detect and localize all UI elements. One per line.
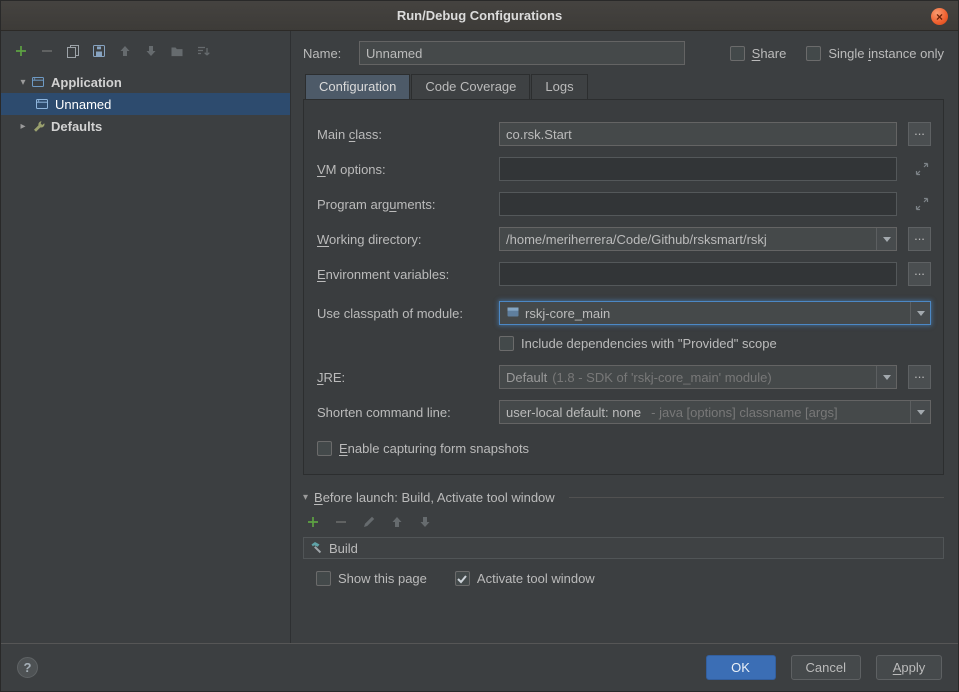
expand-field-icon[interactable] xyxy=(913,160,931,178)
share-checkbox[interactable] xyxy=(730,46,745,61)
shorten-command-line-label: Shorten command line: xyxy=(317,405,499,420)
main-class-browse-button[interactable]: ... xyxy=(908,122,931,146)
before-launch-section: ▾ Before launch: Build, Activate tool wi… xyxy=(303,490,944,586)
move-up-icon[interactable] xyxy=(389,514,405,530)
close-button[interactable]: × xyxy=(931,8,948,25)
activate-tool-window-checkbox[interactable] xyxy=(455,571,470,586)
name-input[interactable] xyxy=(359,41,685,65)
help-icon: ? xyxy=(24,660,32,675)
configurations-sidebar: ▾ Application Unnamed ▸ xyxy=(1,31,291,643)
move-down-icon[interactable] xyxy=(417,514,433,530)
before-launch-toolbar xyxy=(305,514,944,530)
edit-task-icon[interactable] xyxy=(361,514,377,530)
help-button[interactable]: ? xyxy=(17,657,38,678)
configuration-tabs: Configuration Code Coverage Logs xyxy=(303,74,944,99)
shorten-command-line-combo[interactable]: user-local default: none - java [options… xyxy=(499,400,931,424)
tree-group-label: Application xyxy=(51,75,122,90)
working-directory-label: Working directory: xyxy=(317,232,499,247)
share-label: Share xyxy=(752,46,787,61)
ok-button[interactable]: OK xyxy=(706,655,776,680)
capture-snapshots-checkbox[interactable] xyxy=(317,441,332,456)
copy-configuration-icon[interactable] xyxy=(65,43,81,59)
program-arguments-input[interactable] xyxy=(499,192,897,216)
include-provided-label: Include dependencies with "Provided" sco… xyxy=(521,336,777,351)
close-icon: × xyxy=(936,11,943,23)
remove-task-icon[interactable] xyxy=(333,514,349,530)
task-label[interactable]: Build xyxy=(329,541,358,556)
section-divider xyxy=(569,497,944,498)
application-icon xyxy=(31,75,49,89)
environment-variables-browse-button[interactable]: ... xyxy=(908,262,931,286)
working-directory-browse-button[interactable]: ... xyxy=(908,227,931,251)
use-classpath-combo[interactable]: rskj-core_main xyxy=(499,301,931,325)
save-configuration-icon[interactable] xyxy=(91,43,107,59)
cancel-button[interactable]: Cancel xyxy=(791,655,861,680)
include-provided-checkbox[interactable] xyxy=(499,336,514,351)
vm-options-input[interactable] xyxy=(499,157,897,181)
capture-snapshots-label: Enable capturing form snapshots xyxy=(339,441,529,456)
add-task-icon[interactable] xyxy=(305,514,321,530)
tree-item-label: Unnamed xyxy=(55,97,111,112)
run-debug-configurations-dialog: Run/Debug Configurations × xyxy=(0,0,959,692)
dropdown-arrow-icon[interactable] xyxy=(876,366,896,388)
jre-hint: (1.8 - SDK of 'rskj-core_main' module) xyxy=(552,370,772,385)
apply-button[interactable]: Apply xyxy=(876,655,942,680)
tab-configuration[interactable]: Configuration xyxy=(305,74,410,99)
move-up-icon[interactable] xyxy=(117,43,133,59)
build-hammer-icon xyxy=(309,540,323,557)
new-folder-icon[interactable] xyxy=(169,43,185,59)
working-directory-value: /home/meriherrera/Code/Github/rsksmart/r… xyxy=(500,232,876,247)
remove-configuration-icon[interactable] xyxy=(39,43,55,59)
working-directory-combo[interactable]: /home/meriherrera/Code/Github/rsksmart/r… xyxy=(499,227,897,251)
application-icon xyxy=(35,97,53,111)
show-this-page-checkbox[interactable] xyxy=(316,571,331,586)
program-arguments-label: Program arguments: xyxy=(317,197,499,212)
titlebar[interactable]: Run/Debug Configurations × xyxy=(1,1,958,31)
before-launch-title: Before launch: Build, Activate tool wind… xyxy=(314,490,555,505)
single-instance-label: Single instance only xyxy=(828,46,944,61)
sort-configurations-icon[interactable] xyxy=(195,43,211,59)
chevron-down-icon[interactable]: ▾ xyxy=(303,492,308,503)
defaults-icon xyxy=(31,119,49,133)
dropdown-arrow-icon[interactable] xyxy=(876,228,896,250)
jre-value: Default xyxy=(506,370,547,385)
jre-combo[interactable]: Default (1.8 - SDK of 'rskj-core_main' m… xyxy=(499,365,897,389)
dropdown-arrow-icon[interactable] xyxy=(910,302,930,324)
use-classpath-value: rskj-core_main xyxy=(525,306,610,321)
vm-options-label: VM options: xyxy=(317,162,499,177)
main-class-label: Main class: xyxy=(317,127,499,142)
expand-field-icon[interactable] xyxy=(913,195,931,213)
move-down-icon[interactable] xyxy=(143,43,159,59)
module-icon xyxy=(506,305,520,322)
tree-item-unnamed[interactable]: Unnamed xyxy=(1,93,290,115)
dialog-footer: ? OK Cancel Apply xyxy=(1,643,958,691)
environment-variables-input[interactable] xyxy=(499,262,897,286)
configuration-editor: Name: Share Single instance only xyxy=(291,31,958,643)
jre-label: JRE: xyxy=(317,370,499,385)
main-class-input[interactable] xyxy=(499,122,897,146)
chevron-right-icon[interactable]: ▸ xyxy=(15,121,31,132)
tree-group-label: Defaults xyxy=(51,119,102,134)
add-configuration-icon[interactable] xyxy=(13,43,29,59)
environment-variables-label: Environment variables: xyxy=(317,267,499,282)
configurations-tree: ▾ Application Unnamed ▸ xyxy=(1,71,290,137)
chevron-down-icon[interactable]: ▾ xyxy=(15,77,31,88)
tree-group-application[interactable]: ▾ Application xyxy=(1,71,290,93)
shorten-command-line-hint: - java [options] classname [args] xyxy=(651,405,837,420)
before-launch-task-list: Build xyxy=(303,537,944,559)
show-this-page-label: Show this page xyxy=(338,571,427,586)
tree-group-defaults[interactable]: ▸ Defaults xyxy=(1,115,290,137)
window-title: Run/Debug Configurations xyxy=(397,8,562,23)
name-label: Name: xyxy=(303,46,359,61)
single-instance-checkbox[interactable] xyxy=(806,46,821,61)
activate-tool-window-label: Activate tool window xyxy=(477,571,595,586)
shorten-command-line-value: user-local default: none xyxy=(506,405,641,420)
jre-browse-button[interactable]: ... xyxy=(908,365,931,389)
tab-logs[interactable]: Logs xyxy=(531,74,587,99)
tab-code-coverage[interactable]: Code Coverage xyxy=(411,74,530,99)
sidebar-toolbar xyxy=(1,39,290,67)
use-classpath-label: Use classpath of module: xyxy=(317,306,499,321)
configuration-tab-panel: Main class: ... VM options: Program argu… xyxy=(303,99,944,475)
dropdown-arrow-icon[interactable] xyxy=(910,401,930,423)
